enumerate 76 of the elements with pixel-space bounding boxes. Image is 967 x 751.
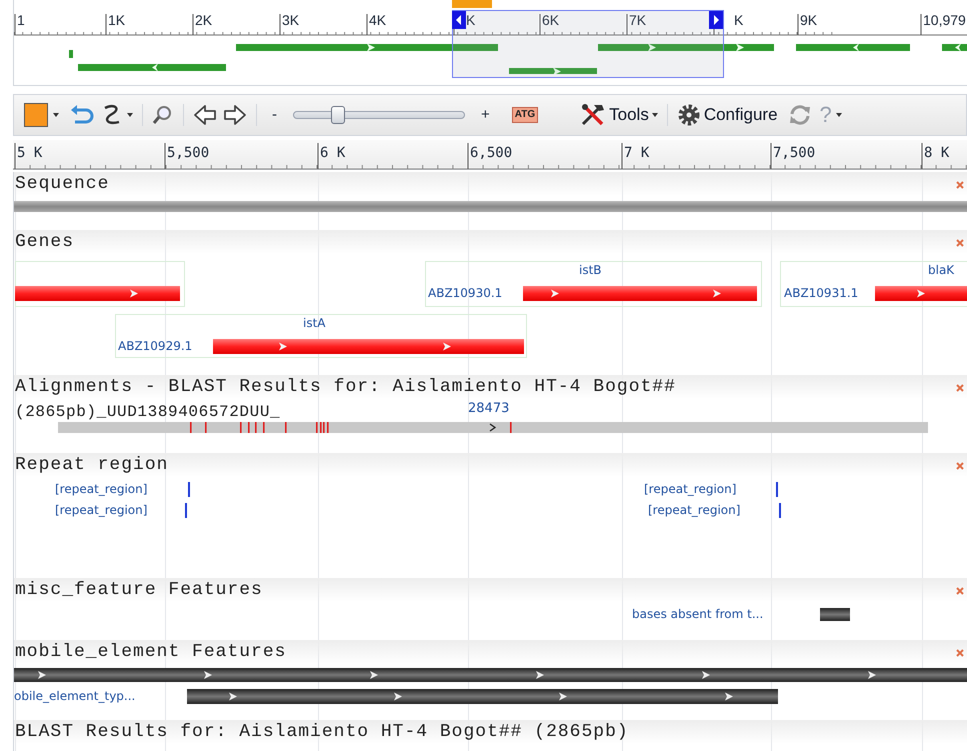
alignment-name: (2865pb)_UUD1389406572DUU_ [15, 403, 280, 421]
feature-bar[interactable] [820, 608, 850, 621]
feature-label[interactable]: [repeat_region] [55, 482, 148, 496]
feature-label[interactable]: obile_element_typ... [14, 689, 136, 703]
zoom-in-button[interactable]: + [475, 104, 496, 126]
gene-bar[interactable] [15, 286, 180, 301]
tick-label: 8 K [924, 145, 950, 161]
track-title: mobile_element Features [15, 641, 286, 663]
sequence-button[interactable]: ATG [512, 107, 538, 123]
caret-icon [652, 113, 658, 117]
tick-label: 7 K [624, 145, 650, 161]
caret-icon [53, 113, 59, 117]
alignment-bar[interactable] [58, 422, 928, 433]
feature-bar[interactable] [187, 689, 778, 704]
feature-label[interactable]: [repeat_region] [648, 503, 740, 517]
left-handle-icon[interactable] [452, 11, 466, 29]
undo-icon[interactable] [69, 104, 95, 126]
track-title: Alignments - BLAST Results for: Aislamiento HT-4 Bogot## [15, 376, 676, 398]
track-title: Repeat region [15, 454, 168, 476]
gene-bar[interactable] [523, 286, 757, 301]
track-title: misc_feature Features [15, 579, 263, 601]
caret-icon [836, 113, 842, 117]
feature-bar[interactable] [14, 668, 967, 682]
refresh-icon[interactable] [788, 103, 812, 127]
close-icon[interactable] [956, 239, 964, 247]
color-swatch-icon [24, 103, 48, 127]
tick-label: 3K [282, 12, 300, 28]
zoom-out-button[interactable]: - [266, 104, 283, 126]
tick-label: 5 K [17, 145, 42, 161]
gene-bar[interactable] [213, 339, 524, 354]
gene-accession[interactable]: ABZ10929.1 [118, 339, 192, 353]
feature-label[interactable]: bases absent from t... [632, 607, 764, 621]
gene-name[interactable]: istA [303, 316, 326, 330]
tick-label: 4K [369, 12, 386, 28]
color-picker-button[interactable] [24, 103, 59, 127]
left-arrow-icon[interactable] [193, 104, 217, 126]
close-icon[interactable] [956, 462, 964, 470]
feature-label[interactable]: [repeat_region] [644, 482, 736, 496]
close-icon[interactable] [956, 181, 964, 189]
selection-range[interactable] [452, 10, 724, 78]
tick-label: 6K [542, 12, 560, 28]
tools-icon [580, 102, 606, 128]
configure-button[interactable]: Configure [676, 102, 778, 128]
track-title: BLAST Results for: Aislamiento HT-4 Bogot## (2865pb) [15, 721, 629, 743]
zoom-slider[interactable] [293, 106, 465, 124]
track-title: Sequence [15, 173, 110, 195]
gear-icon [676, 103, 701, 127]
tick-label: K [734, 12, 744, 28]
tools-menu-button[interactable]: Tools [580, 102, 658, 128]
gene-name[interactable]: blaK [928, 263, 954, 277]
gene-accession[interactable]: ABZ10930.1 [428, 286, 502, 300]
gene-accession[interactable]: ABZ10931.1 [784, 286, 858, 300]
tick-label: 1K [108, 12, 126, 28]
tick-label: 5,500 [167, 145, 210, 161]
slider-thumb[interactable] [330, 106, 345, 124]
search-icon[interactable] [152, 104, 174, 126]
tick-label: 1 [17, 12, 25, 28]
close-icon[interactable] [956, 587, 964, 595]
right-arrow-icon[interactable] [223, 104, 247, 126]
tick-label: 10,979 [923, 12, 966, 28]
right-handle-icon[interactable] [709, 11, 723, 29]
tick-label: 7,500 [773, 145, 816, 161]
caret-icon [127, 113, 133, 117]
tick-label: K [466, 12, 476, 28]
gene-name[interactable]: istB [579, 263, 602, 277]
close-icon[interactable] [956, 649, 964, 657]
feature-label[interactable]: [repeat_region] [55, 503, 148, 517]
tick-label: 9K [800, 12, 818, 28]
close-icon[interactable] [956, 384, 964, 392]
position-label: 28473 [468, 402, 510, 416]
tick-label: 6,500 [470, 145, 512, 161]
tick-label: 7K [629, 12, 646, 28]
tick-label: 2K [195, 12, 212, 28]
gene-bar[interactable] [875, 286, 967, 301]
tick-label: 6 K [320, 145, 346, 161]
track-title: Genes [15, 231, 74, 253]
